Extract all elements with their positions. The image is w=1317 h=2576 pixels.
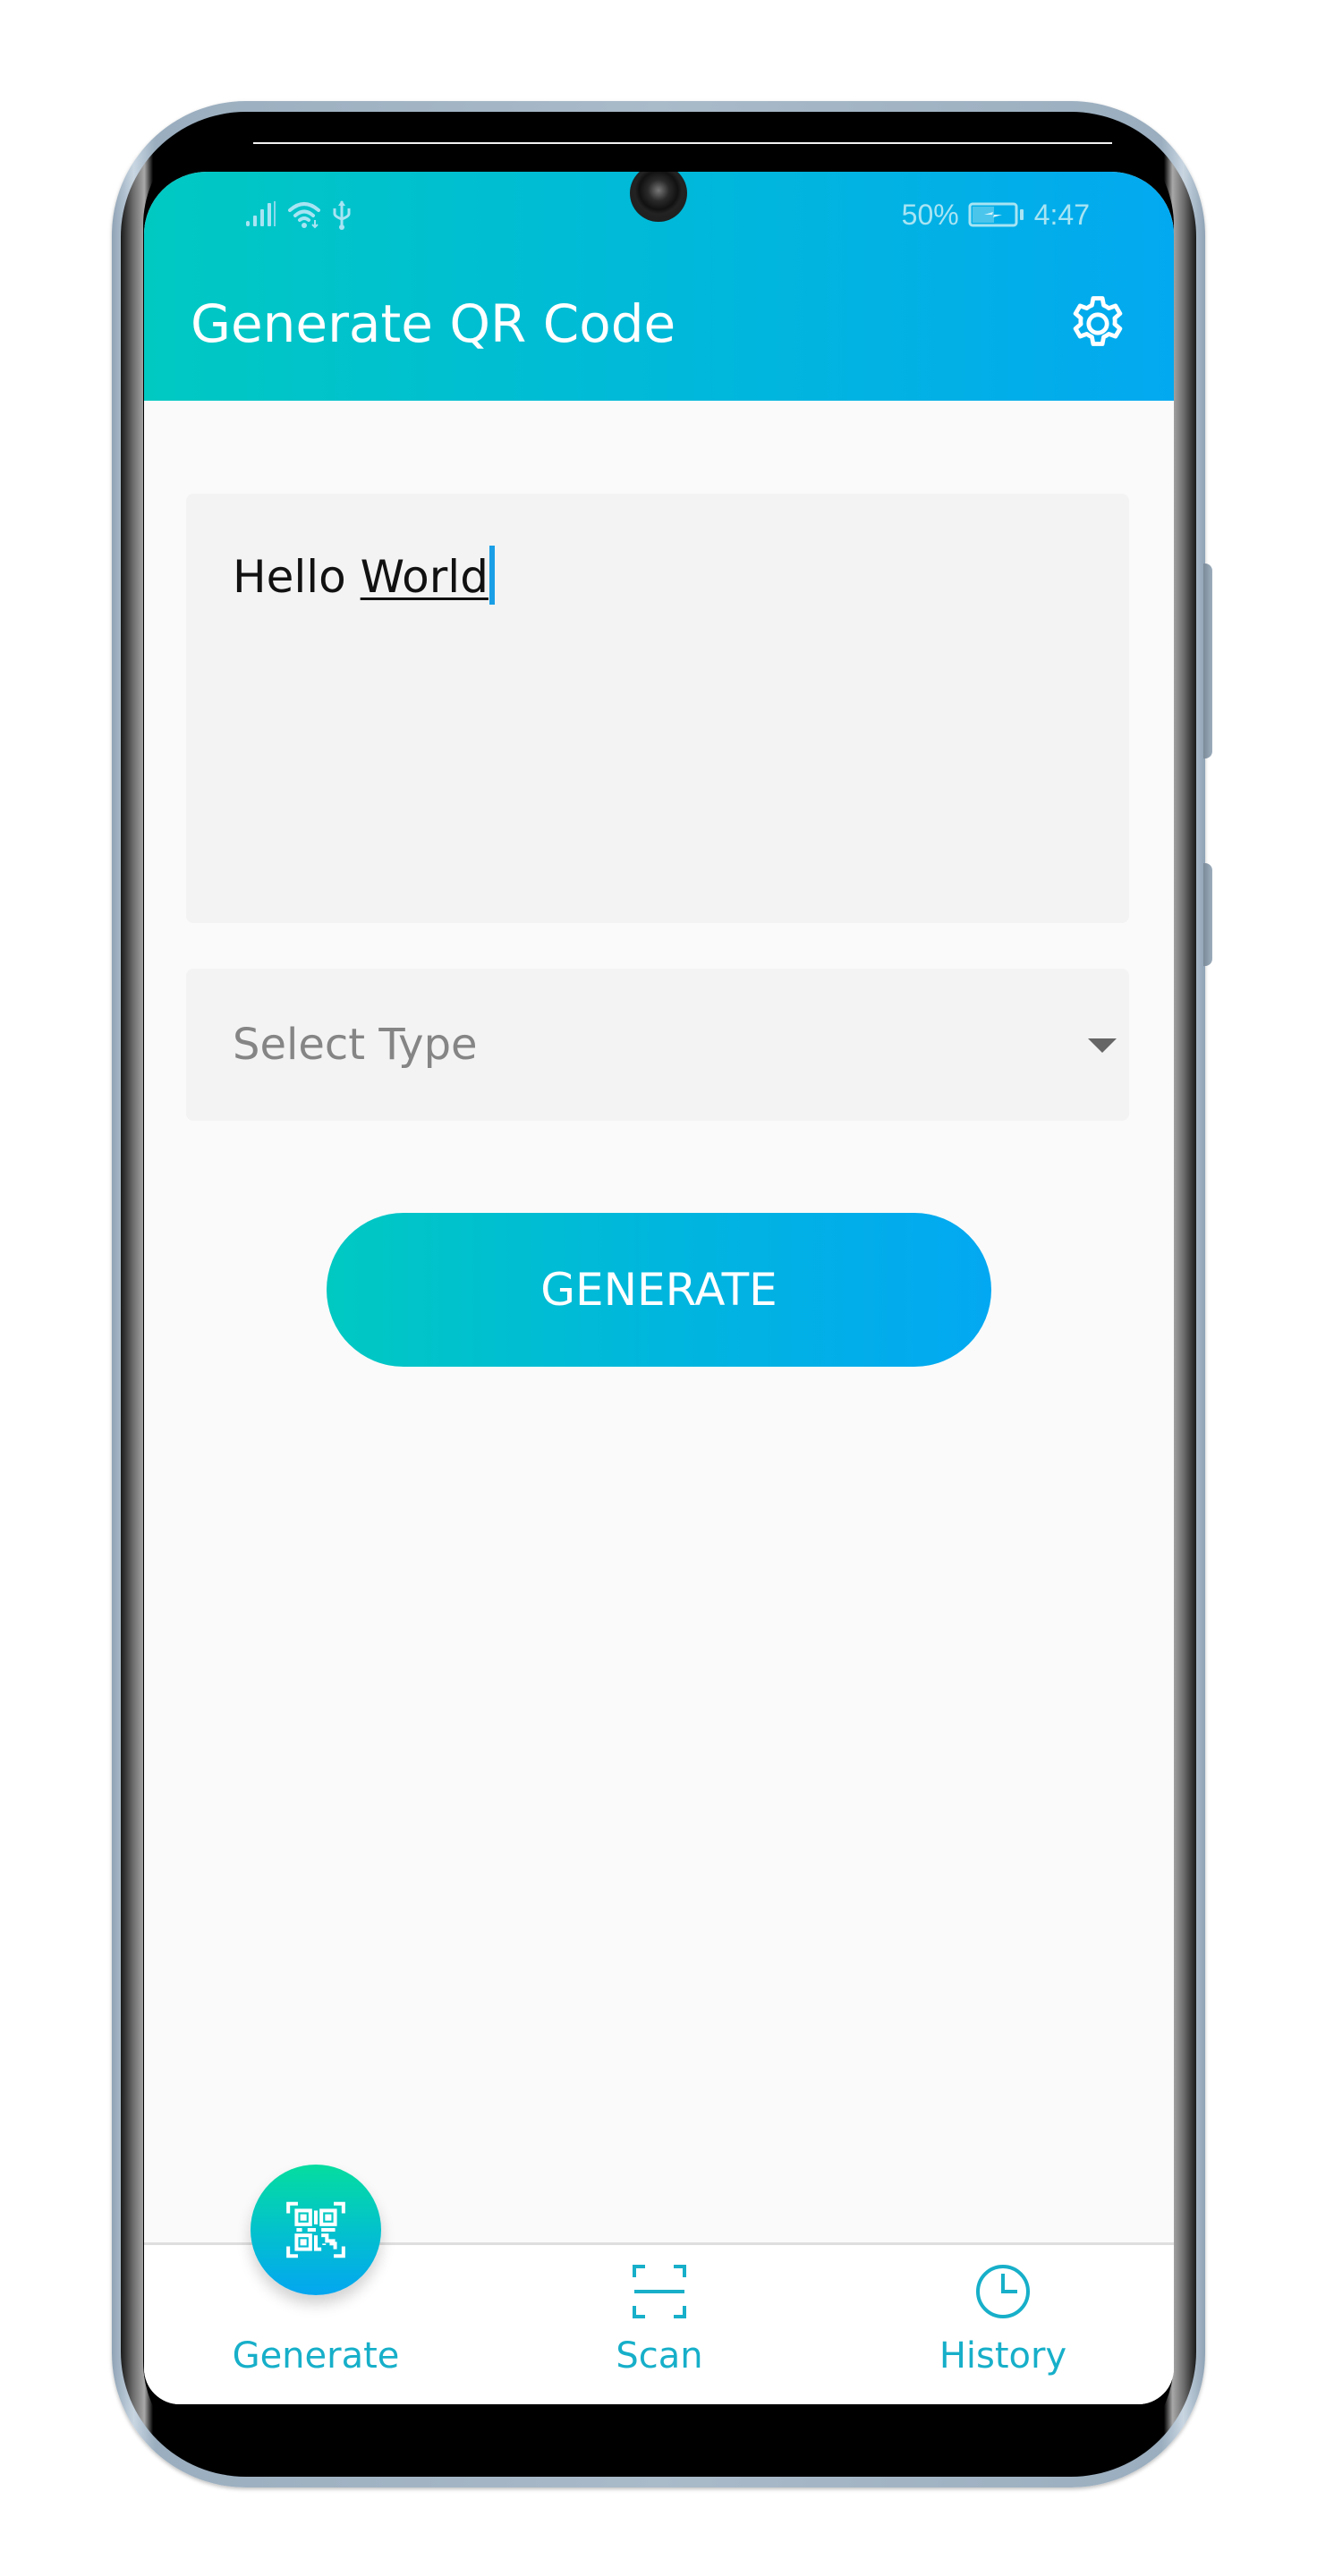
app-bar: 50% 4:47 Generate QR Code xyxy=(144,172,1174,401)
generate-button[interactable]: GENERATE xyxy=(327,1213,991,1367)
nav-label-scan: Scan xyxy=(616,2335,703,2377)
earpiece-speaker xyxy=(253,142,1112,144)
nav-label-generate: Generate xyxy=(232,2335,400,2377)
scan-icon xyxy=(633,2265,686,2318)
nav-generate-active-circle xyxy=(251,2165,381,2295)
settings-button[interactable] xyxy=(1063,289,1133,359)
nav-item-scan[interactable]: Scan xyxy=(525,2245,794,2404)
input-text-composing: World xyxy=(360,551,489,603)
text-cursor xyxy=(489,546,495,605)
nav-item-history[interactable]: History xyxy=(869,2245,1137,2404)
qr-content-input[interactable]: Hello World xyxy=(186,494,1129,923)
battery-percent: 50% xyxy=(901,199,959,231)
input-text-part: Hello xyxy=(233,551,361,603)
scan-icon-wrap xyxy=(631,2263,688,2320)
power-button xyxy=(1203,863,1212,966)
gear-icon xyxy=(1073,296,1123,346)
app-screen: 50% 4:47 Generate QR Code Hello World Se… xyxy=(144,172,1174,2404)
usb-icon xyxy=(333,200,351,230)
clock-time: 4:47 xyxy=(1033,199,1090,231)
bottom-navigation: Generate Scan History xyxy=(144,2165,1174,2404)
volume-button xyxy=(1203,564,1212,758)
dropdown-arrow-icon xyxy=(1088,1038,1117,1053)
status-bar-left xyxy=(244,197,352,233)
page-title: Generate QR Code xyxy=(191,293,676,354)
nav-item-generate[interactable]: Generate xyxy=(182,2165,450,2404)
qr-code-icon xyxy=(286,2201,345,2258)
nav-label-history: History xyxy=(939,2335,1067,2377)
signal-icon xyxy=(246,201,276,226)
clock-icon xyxy=(976,2265,1030,2318)
front-camera xyxy=(630,172,687,222)
battery-charging-icon xyxy=(968,202,1024,227)
qr-content-value: Hello World xyxy=(233,546,495,608)
history-icon-wrap xyxy=(974,2263,1032,2320)
wifi-icon xyxy=(288,202,320,229)
status-bar-right: 50% 4:47 xyxy=(902,197,1090,233)
type-select[interactable]: Select Type xyxy=(186,969,1129,1121)
type-select-placeholder: Select Type xyxy=(233,1020,478,1070)
